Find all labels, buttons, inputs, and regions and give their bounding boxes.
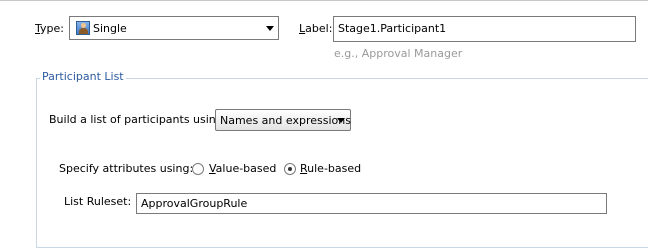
label-input[interactable]: Stage1.Participant1 — [333, 16, 636, 42]
value-based-radio-label[interactable]: Value-based — [209, 162, 276, 176]
specify-attributes-label: Specify attributes using: — [59, 162, 194, 175]
type-combobox[interactable]: Single — [69, 16, 279, 40]
list-ruleset-input[interactable]: ApprovalGroupRule — [136, 193, 607, 214]
label-input-value: Stage1.Participant1 — [338, 22, 447, 35]
list-ruleset-input-value: ApprovalGroupRule — [141, 197, 248, 210]
participant-list-title: Participant List — [40, 70, 126, 84]
build-list-label: Build a list of participants using: — [49, 113, 227, 126]
chevron-down-icon[interactable] — [266, 26, 274, 31]
type-label: Type: — [35, 22, 64, 35]
list-ruleset-label: List Ruleset: — [64, 195, 132, 208]
top-divider — [0, 0, 648, 1]
build-list-dropdown[interactable]: Names and expressions — [215, 109, 351, 131]
label-field-label: Label: — [299, 22, 333, 35]
type-combobox-value: Single — [93, 22, 127, 35]
build-list-dropdown-value: Names and expressions — [220, 114, 351, 127]
rule-based-radio-label[interactable]: Rule-based — [300, 162, 361, 176]
value-based-radio[interactable] — [192, 163, 204, 175]
label-hint: e.g., Approval Manager — [334, 47, 463, 60]
participant-user-icon — [76, 21, 90, 35]
rule-based-radio[interactable] — [284, 163, 296, 175]
radio-selected-dot — [288, 167, 292, 171]
chevron-down-icon[interactable] — [337, 118, 345, 123]
